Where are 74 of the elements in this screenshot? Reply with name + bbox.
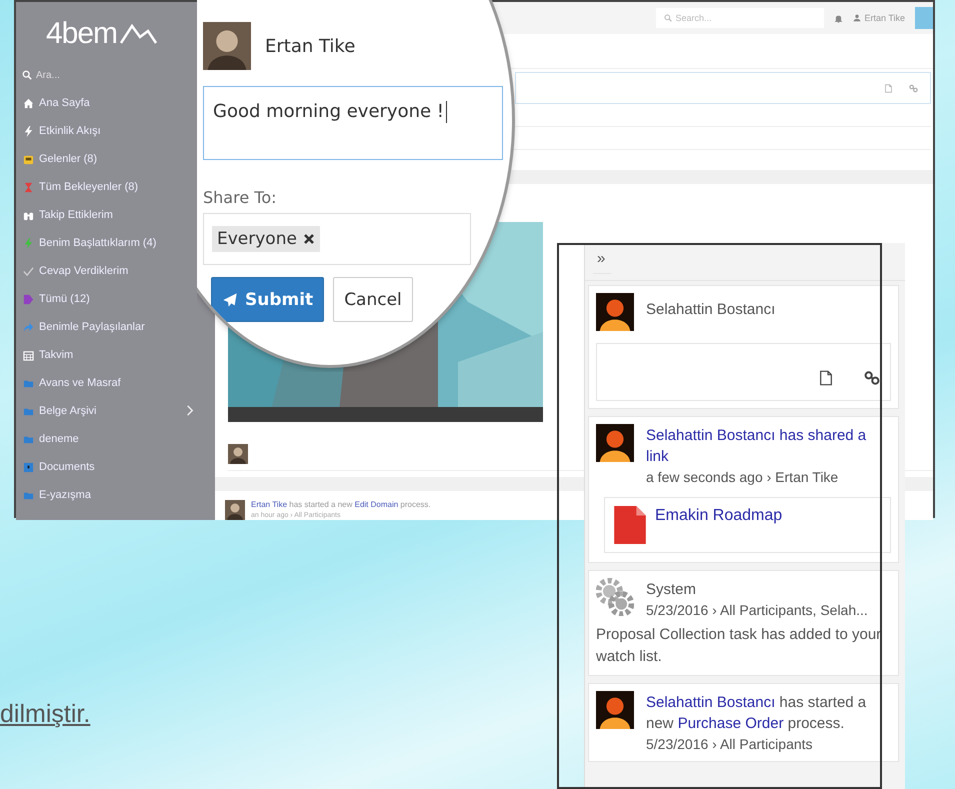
link-icon bbox=[864, 370, 880, 386]
activity-text: Proposal Collection task has added to your watch list. bbox=[596, 625, 882, 667]
caption-link[interactable]: dilmiştir. bbox=[0, 700, 90, 728]
share-label: Share To: bbox=[203, 188, 278, 207]
sidebar-item[interactable]: Cevap Verdiklerim bbox=[16, 257, 132, 285]
attachment[interactable]: Emakin Roadmap bbox=[604, 497, 891, 553]
document-icon bbox=[818, 370, 834, 386]
search-icon bbox=[22, 70, 32, 80]
check-icon bbox=[23, 266, 34, 276]
sidebar-item[interactable]: E-yazışma bbox=[16, 481, 95, 509]
activity-meta: 5/23/2016 › All Participants bbox=[646, 735, 814, 754]
post-field[interactable] bbox=[596, 343, 891, 401]
sidebar-item[interactable]: Benim Başlattıklarım (4) bbox=[16, 229, 160, 257]
user-icon bbox=[853, 14, 862, 22]
link[interactable]: Edit Domain bbox=[354, 500, 398, 509]
sidebar-item[interactable]: Avans ve Masraf bbox=[16, 369, 125, 397]
sidebar-item[interactable]: Gelenler (8) bbox=[16, 145, 102, 173]
avatar bbox=[225, 500, 245, 520]
author-name: Ertan Tike bbox=[265, 36, 356, 56]
share-tag[interactable]: Everyone bbox=[212, 226, 320, 252]
pdf-icon bbox=[611, 506, 649, 544]
author-name: Selahattin Bostancı bbox=[646, 300, 776, 318]
cancel-button[interactable]: Cancel bbox=[333, 277, 413, 322]
sidebar-item[interactable]: deneme bbox=[16, 425, 83, 453]
collapse-toggle[interactable]: » bbox=[593, 248, 612, 274]
logo: 4bem bbox=[46, 17, 118, 51]
search-field[interactable]: Ara... bbox=[22, 65, 142, 85]
inbox-icon bbox=[23, 154, 34, 164]
book-icon bbox=[23, 462, 34, 472]
tag-icon bbox=[23, 294, 34, 304]
link[interactable]: Purchase Order bbox=[678, 715, 784, 732]
sidebar-item[interactable]: Tümü (12) bbox=[16, 285, 94, 313]
share-field[interactable]: Everyone bbox=[203, 213, 471, 265]
activity-title: System bbox=[646, 580, 698, 600]
share-icon bbox=[23, 322, 34, 332]
post-field[interactable]: Good morning everyone ! bbox=[203, 86, 503, 160]
activity-text: Ertan Tike has started a new Edit Domain process. bbox=[251, 500, 431, 509]
activity-link[interactable]: Selahattin Bostancı has shared a link bbox=[646, 424, 891, 467]
activity-meta: 5/23/2016 › All Participants, Selah... bbox=[646, 601, 868, 620]
bolt-icon bbox=[23, 126, 34, 136]
sidebar-item[interactable]: Takvim bbox=[16, 341, 78, 369]
sidebar-item[interactable]: Benimle Paylaşılanlar bbox=[16, 313, 149, 341]
link-icon bbox=[909, 84, 918, 92]
attachment-link[interactable]: Emakin Roadmap bbox=[655, 506, 782, 525]
remove-icon bbox=[302, 233, 315, 245]
bolt-icon bbox=[23, 238, 34, 248]
hourglass-icon bbox=[23, 182, 34, 192]
sidebar-item[interactable]: Tüm Bekleyenler (8) bbox=[16, 173, 142, 201]
avatar bbox=[228, 444, 248, 464]
home-icon bbox=[23, 98, 34, 108]
menu-button[interactable] bbox=[915, 7, 933, 29]
calendar-icon bbox=[23, 350, 34, 360]
user-menu[interactable]: Ertan Tike bbox=[853, 13, 905, 23]
search-field[interactable]: Search... bbox=[656, 8, 824, 28]
avatar bbox=[596, 293, 634, 331]
activity-meta: a few seconds ago › Ertan Tike bbox=[646, 468, 840, 487]
avatar bbox=[596, 424, 634, 462]
post-composer[interactable] bbox=[515, 72, 931, 104]
sidebar-item[interactable]: Belge Arşivi bbox=[16, 397, 201, 425]
sidebar-item[interactable]: Ana Sayfa bbox=[16, 89, 94, 117]
link[interactable]: Ertan Tike bbox=[251, 500, 288, 509]
search-icon bbox=[664, 14, 672, 22]
sidebar-item[interactable]: Takip Ettiklerim bbox=[16, 201, 117, 229]
avatar bbox=[596, 691, 634, 729]
avatar bbox=[203, 22, 251, 70]
bell-icon bbox=[834, 14, 844, 22]
submit-button[interactable]: Submit bbox=[211, 277, 324, 322]
gears-icon bbox=[596, 578, 634, 616]
send-icon bbox=[222, 292, 238, 308]
document-icon bbox=[884, 84, 893, 92]
link[interactable]: Selahattin Bostancı bbox=[646, 694, 776, 711]
activity-text: Selahattin Bostancı has started a new Purchase Order process. bbox=[646, 693, 868, 734]
sidebar-item[interactable]: Etkinlik Akışı bbox=[16, 117, 105, 145]
sidebar-item[interactable]: Documents bbox=[16, 453, 99, 481]
